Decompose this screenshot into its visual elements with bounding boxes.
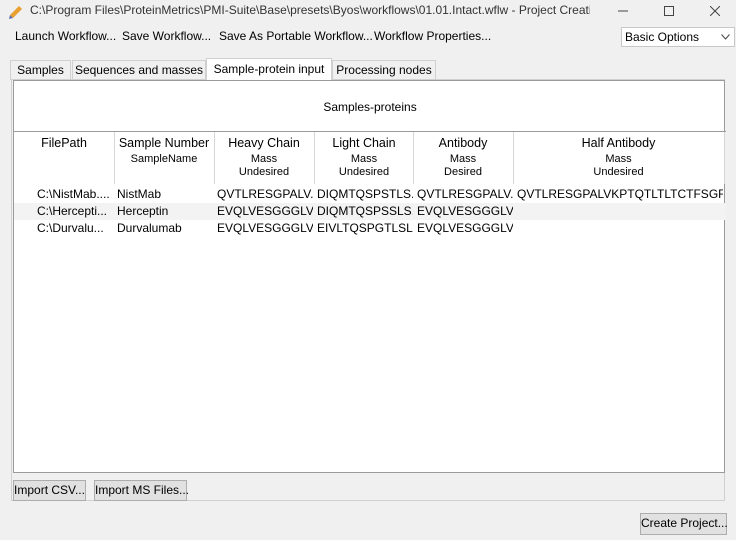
table-cell: EVQLVESGGGLV... bbox=[417, 204, 513, 218]
column-separator bbox=[724, 132, 725, 184]
app-icon bbox=[9, 6, 22, 19]
import-csv-button[interactable]: Import CSV... bbox=[13, 480, 86, 501]
minimize-icon[interactable] bbox=[600, 0, 646, 22]
workflow-properties-button[interactable]: Workflow Properties... bbox=[374, 27, 491, 45]
column-header-label: Heavy Chain bbox=[228, 136, 300, 150]
table-cell: QVTLRESGPALV... bbox=[217, 187, 313, 201]
column-header-sub: Mass bbox=[350, 153, 378, 165]
column-header-sub: Mass bbox=[605, 153, 632, 165]
column-header-sub: SampleName bbox=[130, 153, 198, 165]
create-project-button[interactable]: Create Project... bbox=[640, 513, 728, 535]
title-bar: C:\Program Files\ProteinMetrics\PMI-Suit… bbox=[0, 0, 736, 22]
close-icon[interactable] bbox=[692, 0, 736, 22]
tab-sequences-and-masses[interactable]: Sequences and masses bbox=[72, 60, 206, 80]
window-title: C:\Program Files\ProteinMetrics\PMI-Suit… bbox=[30, 3, 590, 17]
chevron-down-icon bbox=[721, 34, 730, 40]
table-cell: C:\NistMab.... bbox=[37, 187, 110, 201]
tab-samples[interactable]: Samples bbox=[10, 60, 71, 80]
table-cell: DIQMTQSPSSLS... bbox=[317, 204, 413, 218]
table-row[interactable]: C:\Durvalu... Durvalumab EVQLVESGGGLV...… bbox=[14, 220, 726, 237]
table-cell: C:\Durvalu... bbox=[37, 221, 104, 235]
launch-workflow-button[interactable]: Launch Workflow... bbox=[15, 27, 116, 45]
samples-proteins-area: Samples-proteins FilePath Sample Number … bbox=[13, 80, 726, 473]
tab-sample-protein-input[interactable]: Sample-protein input bbox=[206, 58, 332, 80]
table-title: Samples-proteins bbox=[323, 100, 417, 114]
column-header-light-chain[interactable]: Light Chain Mass Undesired bbox=[314, 136, 414, 179]
save-portable-workflow-button[interactable]: Save As Portable Workflow... bbox=[219, 27, 373, 45]
column-header-half-antibody[interactable]: Half Antibody Mass Undesired bbox=[513, 136, 724, 179]
samples-proteins-table[interactable]: FilePath Sample Number SampleName Heavy … bbox=[14, 131, 726, 473]
options-select-value: Basic Options bbox=[625, 30, 700, 44]
maximize-icon[interactable] bbox=[646, 0, 692, 22]
table-cell: C:\Hercepti... bbox=[37, 204, 108, 218]
column-header-sub: Undesired bbox=[593, 166, 644, 178]
table-row[interactable]: C:\Hercepti... Herceptin EVQLVESGGGLV...… bbox=[14, 203, 726, 220]
column-header-filepath[interactable]: FilePath bbox=[14, 136, 114, 150]
table-row[interactable]: C:\NistMab.... NistMab QVTLRESGPALV... D… bbox=[14, 186, 726, 203]
table-cell: DIQMTQSPSTLS... bbox=[317, 187, 413, 201]
column-header-sub: Mass bbox=[449, 153, 477, 165]
table-cell: Herceptin bbox=[117, 204, 169, 218]
table-cell: Durvalumab bbox=[117, 221, 182, 235]
options-select[interactable]: Basic Options bbox=[621, 27, 735, 47]
column-header-sub: Desired bbox=[444, 166, 482, 178]
table-cell: QVTLRESGPALV... bbox=[417, 187, 513, 201]
table-cell: EVQLVESGGGLV... bbox=[217, 204, 313, 218]
column-header-label: Half Antibody bbox=[581, 136, 656, 150]
table-cell: NistMab bbox=[117, 187, 162, 201]
column-header-sub: Undesired bbox=[238, 166, 290, 178]
column-header-antibody[interactable]: Antibody Mass Desired bbox=[413, 136, 513, 179]
column-header-label: Light Chain bbox=[332, 136, 396, 150]
column-header-label: FilePath bbox=[41, 136, 87, 150]
column-header-sub: Mass bbox=[250, 153, 278, 165]
table-cell: QVTLRESGPALVKPTQTLTLTCTFSGFSLS... bbox=[517, 187, 723, 201]
column-header-heavy-chain[interactable]: Heavy Chain Mass Undesired bbox=[214, 136, 314, 179]
save-workflow-button[interactable]: Save Workflow... bbox=[122, 27, 211, 45]
tab-processing-nodes[interactable]: Processing nodes bbox=[332, 60, 436, 80]
column-header-label: Antibody bbox=[438, 136, 488, 150]
column-header-sample[interactable]: Sample Number SampleName bbox=[114, 136, 214, 166]
table-cell: EVQLVESGGGLV... bbox=[417, 221, 513, 235]
table-cell: EVQLVESGGGLV... bbox=[217, 221, 313, 235]
table-cell: EIVLTQSPGTLSL... bbox=[317, 221, 413, 235]
column-header-sub: Undesired bbox=[338, 166, 390, 178]
tab-panel: Samples-proteins FilePath Sample Number … bbox=[11, 79, 726, 501]
column-header-label: Sample Number bbox=[118, 136, 210, 150]
import-ms-files-button[interactable]: Import MS Files... bbox=[94, 480, 189, 501]
